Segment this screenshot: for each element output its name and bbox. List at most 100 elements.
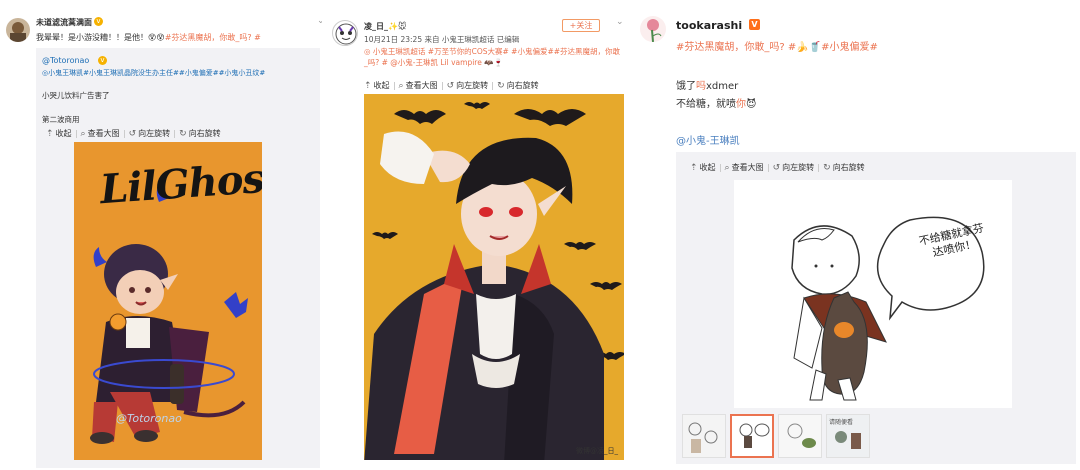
username-text[interactable]: 凌_日_ (364, 22, 388, 31)
view-large-button[interactable]: ⌕ 查看大图 (81, 128, 120, 139)
rotate-left-icon: ↺ (128, 128, 137, 139)
hash-link[interactable]: # (252, 33, 261, 42)
post-image[interactable]: 微博@凌_日_ (364, 94, 624, 460)
repost-line2: 第二波商用 (42, 115, 80, 124)
post-image[interactable]: 不给糖就拿芬达喷你！ (734, 180, 1012, 408)
devil-emoji: 😈 (746, 99, 757, 110)
username: 凌_日_✨🐭 (364, 21, 406, 32)
collapse-icon: ⇡ (364, 80, 372, 91)
rotate-right-button[interactable]: ↻ 向右旋转 (823, 162, 865, 173)
collapse-button[interactable]: ⇡ 收起 (46, 128, 72, 139)
rotate-right-icon: ↻ (823, 162, 831, 173)
post-line-2: 不给糖，就喷你😈 (676, 95, 756, 110)
collapse-label: 收起 (55, 129, 72, 138)
collapse-label: 收起 (699, 163, 716, 172)
rotate-left-icon: ↺ (772, 162, 781, 173)
verified-badge-icon: V (749, 19, 760, 30)
rotate-right-label: 向右旋转 (188, 129, 221, 138)
line1-pre: 饿了 (676, 81, 696, 92)
post-column-1: 未道滤流蒿满面 v ⌄ 我晕晕！是小游没糟！！是他！😵😵#芬达黑魔胡，你敢_吗?… (0, 0, 322, 470)
view-large-button[interactable]: ⌕ 查看大图 (399, 80, 438, 91)
collapse-button[interactable]: ⇡ 收起 (690, 162, 716, 173)
avatar[interactable] (640, 16, 666, 42)
thumbnail-image (739, 423, 770, 448)
thumbnail-image (688, 422, 718, 453)
post-text-main: 我晕晕！是小游没糟！！是他！ (36, 33, 148, 42)
line2-pre: 不给糖，就喷 (676, 99, 736, 110)
rotate-left-button[interactable]: ↺ 向左旋转 (773, 162, 815, 173)
thumbnail[interactable] (778, 414, 822, 458)
rotate-right-button[interactable]: ↻ 向右旋转 (497, 80, 539, 91)
image-toolbar: ⇡ 收起 ⌕ 查看大图 ↺ 向左旋转 ↻ 向右旋转 (46, 128, 221, 139)
divider (123, 129, 125, 138)
magnifier-icon: ⌕ (80, 128, 86, 139)
topic-link[interactable]: #芬达黑魔胡，你敢_吗? (165, 33, 252, 42)
view-large-label: 查看大图 (731, 163, 764, 172)
repost-tags[interactable]: ◎小鬼王琳凯#小鬼王琳凯晶院没生办主任##小鬼偏爱##小鬼小丑纹# (42, 68, 265, 78)
collapse-label: 收起 (373, 81, 390, 90)
magnifier-icon: ⌕ (398, 80, 404, 91)
thumbnail-strip: 请随便看 (682, 414, 870, 458)
watermark: @Totoronao (116, 412, 182, 425)
post-image[interactable]: LilGhost @Totoronao (74, 142, 262, 460)
follow-button[interactable]: +关注 (562, 19, 600, 32)
post-column-2: 凌_日_✨🐭 +关注 ⌄ 10月21日 23:25 来自 小鬼王琳凯超话 已编辑… (330, 0, 630, 470)
collapse-button[interactable]: ⇡ 收起 (364, 80, 390, 91)
repost-username[interactable]: @Totoronao (42, 56, 89, 65)
divider (492, 81, 494, 90)
view-large-label: 查看大图 (87, 129, 120, 138)
mention-link[interactable]: @小鬼-王琳凯 (676, 132, 740, 147)
verified-badge-icon: v (94, 17, 103, 26)
vampire-illustration (364, 94, 624, 460)
divider (719, 163, 721, 172)
avatar[interactable] (332, 20, 358, 46)
post-text: 我晕晕！是小游没糟！！是他！😵😵#芬达黑魔胡，你敢_吗? # (36, 32, 316, 43)
rotate-left-label: 向左旋转 (138, 129, 171, 138)
rotate-right-label: 向右旋转 (832, 163, 865, 172)
post-column-3: tookarashi V #芬达黑魔胡，你敢_吗? #🍌🥤#小鬼偏爱# 饿了吗x… (636, 0, 1080, 470)
watermark: 微博@凌_日_ (576, 447, 618, 455)
line1-link[interactable]: 吗 (696, 81, 706, 92)
rotate-right-button[interactable]: ↻ 向右旋转 (179, 128, 221, 139)
verified-badge-icon: v (98, 56, 107, 65)
repost-box: @Totoronao v ◎小鬼王琳凯#小鬼王琳凯晶院没生办主任##小鬼偏爱##… (36, 48, 320, 468)
avatar-image (647, 19, 662, 42)
avatar-image (10, 22, 26, 42)
image-toolbar: ⇡ 收起 ⌕ 查看大图 ↺ 向左旋转 ↻ 向右旋转 (364, 80, 539, 91)
post-tags[interactable]: #芬达黑魔胡，你敢_吗? #🍌🥤#小鬼偏爱# (676, 38, 878, 53)
chevron-down-icon[interactable]: ⌄ (616, 17, 624, 27)
post-tags[interactable]: ◎ 小鬼王琳凯超话 #万圣节你的COS大赛# #小鬼偏爱##芬达黑魔胡，你敢_吗… (364, 46, 622, 68)
magnifier-icon: ⌕ (724, 162, 730, 173)
rotate-right-label: 向右旋转 (506, 81, 539, 90)
divider (441, 81, 443, 90)
thumbnail-label: 请随便看 (829, 419, 854, 426)
rotate-left-label: 向左旋转 (782, 163, 815, 172)
username[interactable]: 未道滤流蒿满面 (36, 17, 92, 28)
username[interactable]: tookarashi (676, 19, 742, 32)
thumbnail-image (787, 423, 816, 448)
collapse-icon: ⇡ (690, 162, 698, 173)
divider (818, 163, 820, 172)
rotate-left-button[interactable]: ↺ 向左旋转 (447, 80, 489, 91)
post-meta: 10月21日 23:25 来自 小鬼王琳凯超话 已编辑 (364, 35, 520, 44)
divider (174, 129, 176, 138)
rotate-left-button[interactable]: ↺ 向左旋转 (129, 128, 171, 139)
emoji: 😵😵 (148, 33, 165, 42)
thumbnail[interactable] (682, 414, 726, 458)
view-large-button[interactable]: ⌕ 查看大图 (725, 162, 764, 173)
avatar[interactable] (6, 18, 30, 42)
collapse-icon: ⇡ (46, 128, 54, 139)
divider (767, 163, 769, 172)
thumbnail[interactable]: 请随便看 (826, 414, 870, 458)
avatar-image (335, 23, 357, 45)
image-panel: ⇡ 收起 ⌕ 查看大图 ↺ 向左旋转 ↻ 向右旋转 不给糖就拿芬达喷你！ 请随便… (676, 152, 1076, 464)
divider (75, 129, 77, 138)
image-toolbar: ⇡ 收起 ⌕ 查看大图 ↺ 向左旋转 ↻ 向右旋转 (690, 162, 865, 173)
rotate-right-icon: ↻ (497, 80, 505, 91)
sketch-illustration (734, 180, 1012, 408)
chevron-down-icon[interactable]: ⌄ (317, 16, 322, 26)
line2-link[interactable]: 你 (736, 99, 746, 110)
divider (393, 81, 395, 90)
thumbnail-selected[interactable] (730, 414, 774, 458)
emoji: ✨🐭 (388, 22, 407, 31)
